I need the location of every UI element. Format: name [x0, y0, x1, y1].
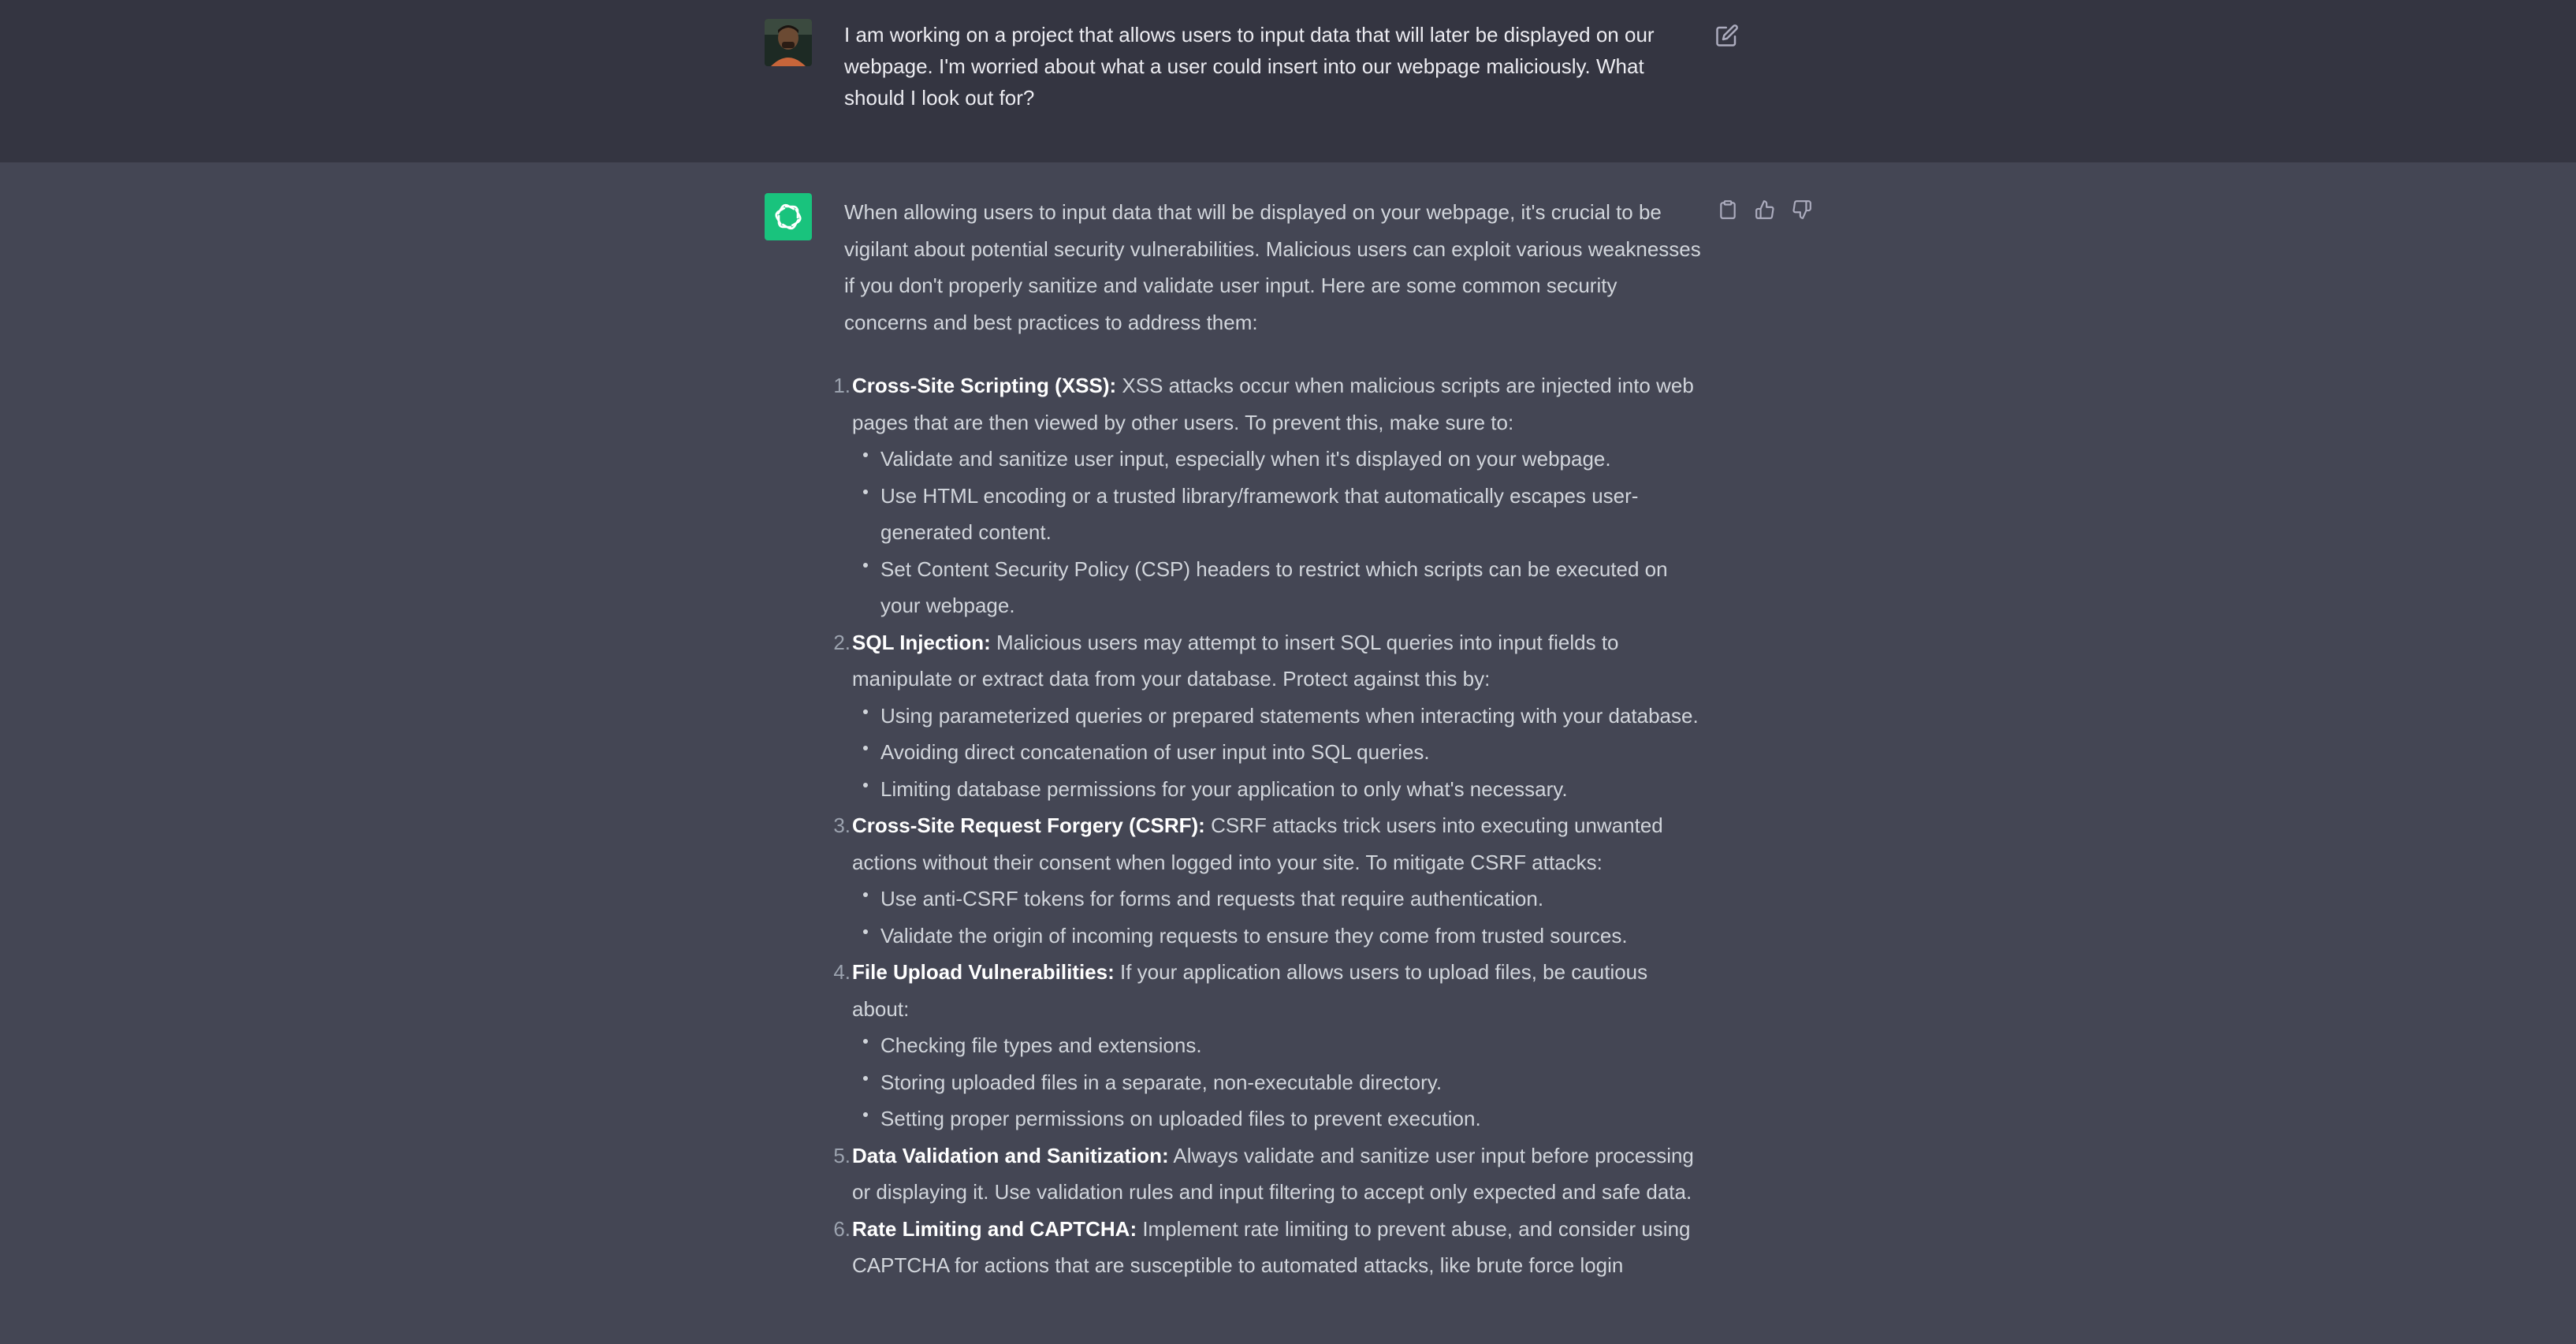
sub-list: Use anti-CSRF tokens for forms and reque…: [852, 880, 1703, 954]
thumbs-up-icon[interactable]: [1752, 197, 1778, 222]
sub-list-item: Use HTML encoding or a trusted library/f…: [863, 478, 1703, 551]
list-item-title: Data Validation and Sanitization:: [852, 1143, 1169, 1167]
list-item-title: Cross-Site Request Forgery (CSRF):: [852, 813, 1205, 837]
sub-list: Checking file types and extensions. Stori…: [852, 1027, 1703, 1137]
user-message-text: I am working on a project that allows us…: [844, 23, 1655, 110]
list-item: 2. SQL Injection: Malicious users may att…: [833, 624, 1703, 808]
user-message-row: I am working on a project that allows us…: [0, 0, 2576, 163]
sub-list-item: Limiting database permissions for your a…: [863, 771, 1703, 808]
list-item: 6. Rate Limiting and CAPTCHA: Implement r…: [833, 1211, 1703, 1284]
list-item: 1. Cross-Site Scripting (XSS): XSS attack…: [833, 367, 1703, 624]
assistant-message-content: When allowing users to input data that w…: [833, 194, 1703, 1284]
sub-list-item: Setting proper permissions on uploaded f…: [863, 1100, 1703, 1137]
list-item-number: 1.: [833, 374, 851, 397]
user-avatar: [765, 19, 812, 66]
sub-list-item: Set Content Security Policy (CSP) header…: [863, 551, 1703, 624]
list-item-number: 3.: [833, 813, 851, 837]
sub-list-item: Using parameterized queries or prepared …: [863, 698, 1703, 735]
edit-icon[interactable]: [1715, 24, 1739, 47]
list-item-number: 5.: [833, 1143, 851, 1167]
assistant-message-row: When allowing users to input data that w…: [0, 162, 2576, 1344]
sub-list-item: Storing uploaded files in a separate, no…: [863, 1064, 1703, 1101]
sub-list-item: Validate the origin of incoming requests…: [863, 918, 1703, 955]
list-item-title: Cross-Site Scripting (XSS):: [852, 374, 1117, 397]
assistant-intro: When allowing users to input data that w…: [844, 200, 1701, 334]
sub-list: Validate and sanitize user input, especi…: [852, 441, 1703, 624]
sub-list-item: Validate and sanitize user input, especi…: [863, 441, 1703, 478]
list-item: 3. Cross-Site Request Forgery (CSRF): CSR…: [833, 807, 1703, 954]
list-item-title: File Upload Vulnerabilities:: [852, 960, 1115, 984]
list-item: 4. File Upload Vulnerabilities: If your a…: [833, 954, 1703, 1137]
list-item-number: 6.: [833, 1216, 851, 1241]
list-item-title: SQL Injection:: [852, 630, 991, 654]
sub-list-item: Use anti-CSRF tokens for forms and reque…: [863, 880, 1703, 918]
security-concerns-list: 1. Cross-Site Scripting (XSS): XSS attack…: [833, 367, 1703, 1284]
openai-logo-icon: [765, 193, 812, 240]
list-item-title: Rate Limiting and CAPTCHA:: [852, 1216, 1137, 1241]
list-item: 5. Data Validation and Sanitization: Alwa…: [833, 1137, 1703, 1211]
sub-list-item: Checking file types and extensions.: [863, 1027, 1703, 1064]
sub-list-item: Avoiding direct concatenation of user in…: [863, 734, 1703, 771]
sub-list: Using parameterized queries or prepared …: [852, 698, 1703, 808]
list-item-number: 4.: [833, 960, 851, 984]
list-item-number: 2.: [833, 630, 851, 654]
clipboard-icon[interactable]: [1715, 197, 1740, 222]
thumbs-down-icon[interactable]: [1789, 197, 1815, 222]
message-actions: [1715, 197, 1815, 222]
